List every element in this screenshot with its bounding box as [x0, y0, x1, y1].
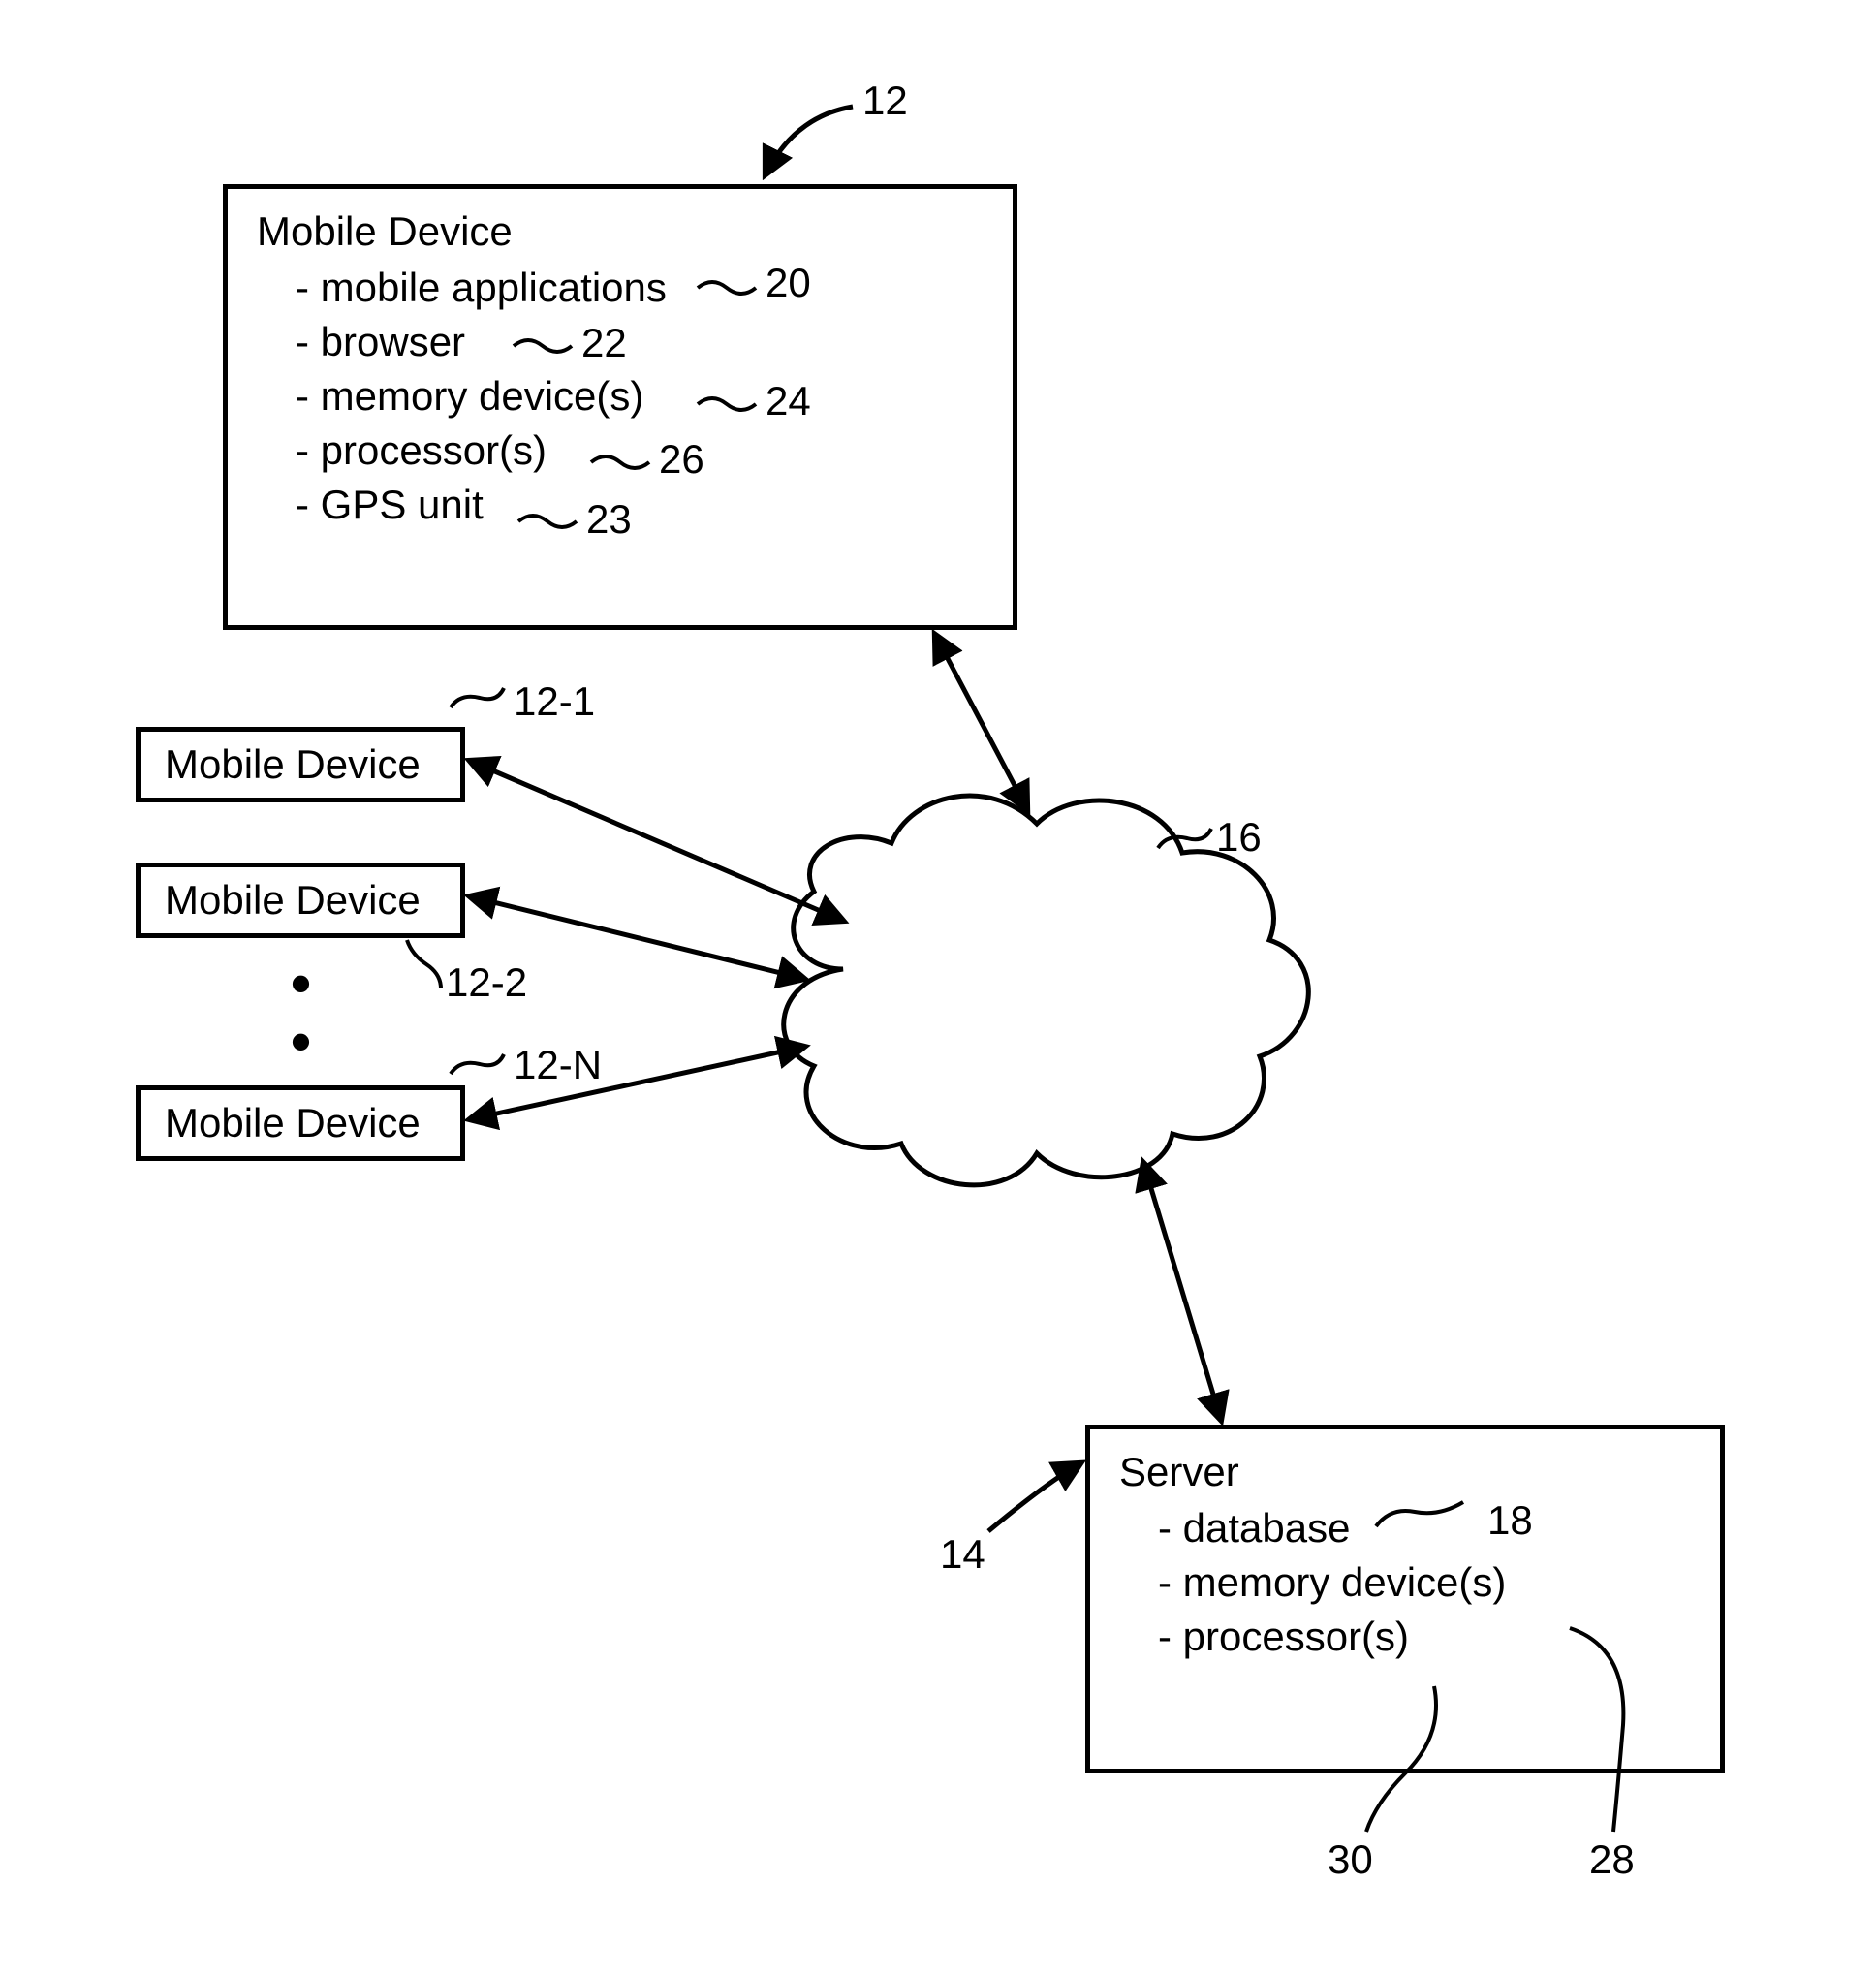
mobile-device-title: Mobile Device [257, 208, 984, 255]
server-title: Server [1119, 1449, 1691, 1495]
ref-label: 26 [659, 436, 704, 483]
ref-label: 22 [581, 320, 627, 366]
ref-label: 12-N [514, 1042, 602, 1088]
ref-label: 20 [766, 260, 811, 306]
ref-label: 28 [1589, 1836, 1635, 1883]
ref-label: 12-2 [446, 959, 527, 1006]
small-mobile-device-box: Mobile Device [136, 1085, 465, 1161]
mobile-device-item: - memory device(s) [296, 373, 984, 420]
ref-label: 24 [766, 378, 811, 424]
small-mobile-device-box: Mobile Device [136, 863, 465, 938]
server-item: - database [1158, 1505, 1691, 1552]
ref-label: 18 [1487, 1497, 1533, 1544]
system-diagram: Mobile Device - mobile applications - br… [0, 0, 1876, 1977]
mobile-device-box: Mobile Device - mobile applications - br… [223, 184, 1017, 630]
small-device-label: Mobile Device [165, 741, 421, 787]
mobile-device-item: - browser [296, 319, 984, 365]
ref-label: 23 [586, 496, 632, 543]
server-item: - memory device(s) [1158, 1559, 1691, 1606]
ref-label: 30 [1328, 1836, 1373, 1883]
ref-label: 16 [1216, 814, 1262, 861]
server-item: - processor(s) [1158, 1614, 1691, 1660]
small-device-label: Mobile Device [165, 1100, 421, 1145]
mobile-device-item: - processor(s) [296, 427, 984, 474]
mobile-device-item: - mobile applications [296, 265, 984, 311]
mobile-device-item: - GPS unit [296, 482, 984, 528]
server-box: Server - database - memory device(s) - p… [1085, 1425, 1725, 1773]
small-mobile-device-box: Mobile Device [136, 727, 465, 802]
ref-label: 12 [862, 78, 908, 124]
ref-label: 12-1 [514, 678, 595, 725]
small-device-label: Mobile Device [165, 877, 421, 923]
ref-label: 14 [940, 1531, 985, 1578]
network-label: NETWORK [959, 1008, 1168, 1054]
